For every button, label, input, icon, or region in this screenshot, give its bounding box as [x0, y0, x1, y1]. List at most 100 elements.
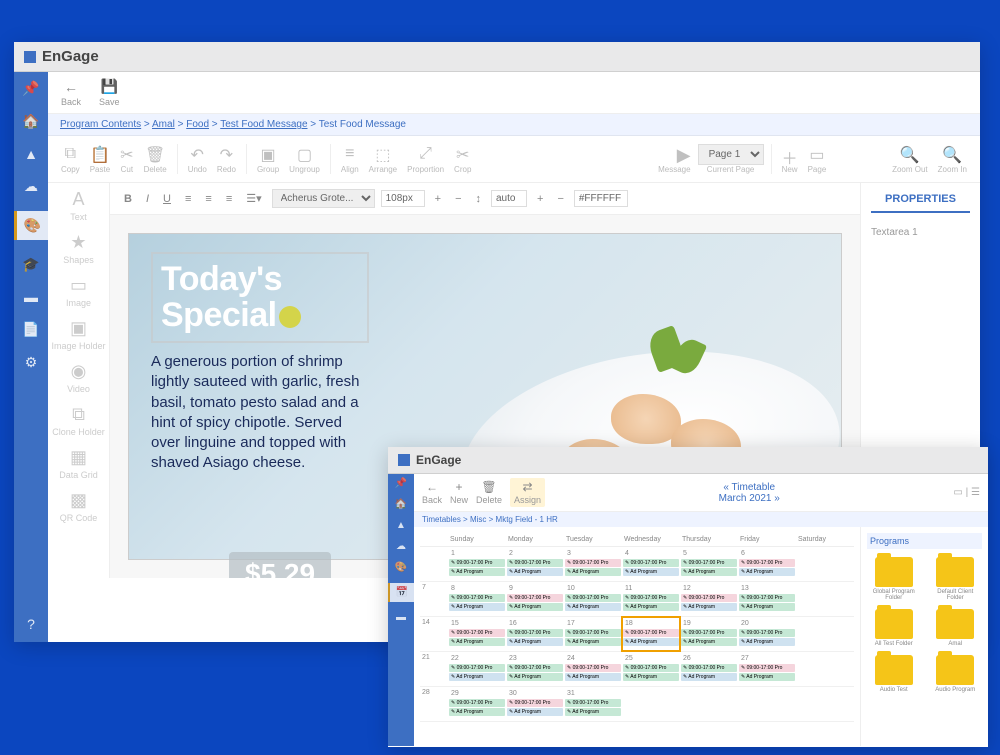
image-tool[interactable]: ▭Image — [66, 275, 91, 308]
line-height-input[interactable] — [491, 190, 527, 207]
calendar-event[interactable]: ✎ 09:00-17:00 Pro — [623, 559, 679, 567]
underline-button[interactable]: U — [159, 191, 175, 207]
calendar-event[interactable]: ✎ Ad Program — [739, 638, 795, 646]
calendar-cell[interactable]: 1✎ 09:00-17:00 Pro✎ Ad Program — [448, 547, 506, 581]
calendar-event[interactable]: ✎ Ad Program — [449, 568, 505, 576]
calendar-event[interactable]: ✎ 09:00-17:00 Pro — [623, 629, 679, 637]
breadcrumb-link[interactable]: Test Food Message — [220, 119, 307, 130]
calendar-cell[interactable]: 30✎ 09:00-17:00 Pro✎ Ad Program — [506, 687, 564, 721]
calendar-event[interactable]: ✎ 09:00-17:00 Pro — [565, 664, 621, 672]
sidebar-schedule-icon[interactable]: 📅 — [388, 583, 414, 602]
calendar-event[interactable]: ✎ Ad Program — [565, 603, 621, 611]
align-button[interactable]: ≡Align — [338, 145, 362, 174]
calendar-cell[interactable]: 11✎ 09:00-17:00 Pro✎ Ad Program — [622, 582, 680, 616]
calendar-cell[interactable]: 5✎ 09:00-17:00 Pro✎ Ad Program — [680, 547, 738, 581]
calendar-event[interactable]: ✎ 09:00-17:00 Pro — [565, 594, 621, 602]
calendar-event[interactable]: ✎ 09:00-17:00 Pro — [507, 594, 563, 602]
calendar-event[interactable]: ✎ 09:00-17:00 Pro — [681, 664, 737, 672]
ungroup-button[interactable]: ▢Ungroup — [286, 145, 323, 174]
sidebar-help-icon[interactable]: ? — [27, 616, 35, 632]
align-center-button[interactable]: ≡ — [201, 191, 215, 207]
sidebar-cloud-icon[interactable]: ☁ — [24, 178, 38, 195]
sidebar-home-icon[interactable]: 🏠 — [22, 113, 39, 130]
calendar-cell[interactable]: 18✎ 09:00-17:00 Pro✎ Ad Program — [622, 617, 680, 651]
prev-month-button[interactable]: « — [723, 482, 729, 493]
calendar-cell[interactable]: 27✎ 09:00-17:00 Pro✎ Ad Program — [738, 652, 796, 686]
copy-button[interactable]: ⧉Copy — [58, 145, 83, 174]
sidebar-home-icon[interactable]: 🏠 — [395, 499, 407, 510]
arrange-button[interactable]: ⬚Arrange — [366, 145, 400, 174]
qr-tool[interactable]: ▩QR Code — [60, 490, 98, 523]
calendar-event[interactable]: ✎ Ad Program — [681, 638, 737, 646]
view-toggle[interactable]: ▭ | ☰ — [953, 487, 980, 498]
new-button[interactable]: +New — [450, 480, 468, 505]
calendar-event[interactable]: ✎ 09:00-17:00 Pro — [449, 594, 505, 602]
calendar-event[interactable]: ✎ 09:00-17:00 Pro — [681, 629, 737, 637]
breadcrumb-link[interactable]: Program Contents — [60, 119, 141, 130]
calendar-event[interactable]: ✎ Ad Program — [449, 638, 505, 646]
calendar-event[interactable]: ✎ Ad Program — [681, 568, 737, 576]
size-up-button[interactable]: + — [431, 191, 445, 207]
breadcrumb-link[interactable]: Food — [186, 119, 209, 130]
font-size-input[interactable] — [381, 190, 425, 207]
sidebar-pin-icon[interactable]: 📌 — [22, 80, 39, 97]
calendar-event[interactable]: ✎ Ad Program — [507, 603, 563, 611]
breadcrumb-link[interactable]: Misc — [470, 515, 486, 524]
clone-holder-tool[interactable]: ⧉Clone Holder — [52, 404, 105, 437]
assign-button[interactable]: ⇄Assign — [510, 478, 545, 507]
zoom-in-button[interactable]: 🔍Zoom In — [935, 145, 970, 174]
calendar-cell[interactable]: 10✎ 09:00-17:00 Pro✎ Ad Program — [564, 582, 622, 616]
proportion-button[interactable]: ⤢Proportion — [404, 145, 447, 174]
calendar-event[interactable]: ✎ 09:00-17:00 Pro — [507, 559, 563, 567]
calendar-event[interactable]: ✎ 09:00-17:00 Pro — [565, 559, 621, 567]
cut-button[interactable]: ✂Cut — [117, 145, 136, 174]
paste-button[interactable]: 📋Paste — [87, 145, 113, 174]
next-month-button[interactable]: » — [774, 493, 780, 504]
calendar-cell[interactable]: 22✎ 09:00-17:00 Pro✎ Ad Program — [448, 652, 506, 686]
calendar-event[interactable]: ✎ Ad Program — [565, 568, 621, 576]
calendar-event[interactable]: ✎ Ad Program — [565, 673, 621, 681]
calendar-event[interactable]: ✎ Ad Program — [565, 638, 621, 646]
page-button[interactable]: ▭Page — [805, 145, 830, 174]
price-text[interactable]: $5.29 — [229, 552, 331, 578]
calendar-event[interactable]: ✎ Ad Program — [739, 673, 795, 681]
italic-button[interactable]: I — [142, 191, 153, 207]
calendar-cell[interactable]: 8✎ 09:00-17:00 Pro✎ Ad Program — [448, 582, 506, 616]
align-left-button[interactable]: ≡ — [181, 191, 195, 207]
calendar-cell[interactable]: 3✎ 09:00-17:00 Pro✎ Ad Program — [564, 547, 622, 581]
calendar-event[interactable]: ✎ 09:00-17:00 Pro — [507, 664, 563, 672]
calendar-cell[interactable]: 20✎ 09:00-17:00 Pro✎ Ad Program — [738, 617, 796, 651]
crop-button[interactable]: ✂Crop — [451, 145, 474, 174]
calendar-cell[interactable]: 9✎ 09:00-17:00 Pro✎ Ad Program — [506, 582, 564, 616]
calendar-event[interactable]: ✎ Ad Program — [507, 673, 563, 681]
calendar-cell[interactable]: 2✎ 09:00-17:00 Pro✎ Ad Program — [506, 547, 564, 581]
calendar-event[interactable]: ✎ 09:00-17:00 Pro — [449, 664, 505, 672]
calendar-cell[interactable]: 26✎ 09:00-17:00 Pro✎ Ad Program — [680, 652, 738, 686]
program-folder[interactable]: Global Program Folder — [867, 557, 921, 601]
calendar-event[interactable]: ✎ Ad Program — [449, 673, 505, 681]
calendar-cell[interactable]: 29✎ 09:00-17:00 Pro✎ Ad Program — [448, 687, 506, 721]
calendar-event[interactable]: ✎ 09:00-17:00 Pro — [449, 629, 505, 637]
program-folder[interactable]: Amal — [929, 609, 983, 647]
back-button[interactable]: ←Back — [422, 480, 442, 505]
calendar-cell[interactable]: 15✎ 09:00-17:00 Pro✎ Ad Program — [448, 617, 506, 651]
video-tool[interactable]: ◉Video — [67, 361, 90, 394]
sidebar-hierarchy-icon[interactable]: ▲ — [24, 146, 38, 162]
calendar-cell[interactable] — [680, 687, 738, 721]
calendar-event[interactable]: ✎ Ad Program — [739, 568, 795, 576]
shapes-tool[interactable]: ★Shapes — [63, 232, 94, 265]
calendar-cell[interactable]: 31✎ 09:00-17:00 Pro✎ Ad Program — [564, 687, 622, 721]
calendar-cell[interactable]: 6✎ 09:00-17:00 Pro✎ Ad Program — [738, 547, 796, 581]
calendar-event[interactable]: ✎ Ad Program — [507, 568, 563, 576]
calendar-event[interactable]: ✎ 09:00-17:00 Pro — [681, 559, 737, 567]
delete-button[interactable]: 🗑Delete — [141, 145, 170, 174]
sidebar-settings-icon[interactable]: ⚙ — [25, 354, 38, 371]
calendar-cell[interactable]: 16✎ 09:00-17:00 Pro✎ Ad Program — [506, 617, 564, 651]
calendar-cell[interactable] — [738, 687, 796, 721]
sidebar-design-icon[interactable]: 🎨 — [395, 562, 407, 573]
sidebar-design-icon[interactable]: 🎨 — [14, 211, 48, 240]
calendar-event[interactable]: ✎ Ad Program — [449, 708, 505, 716]
color-input[interactable] — [574, 190, 628, 207]
lh-up-button[interactable]: + — [533, 191, 547, 207]
calendar-event[interactable]: ✎ Ad Program — [507, 708, 563, 716]
